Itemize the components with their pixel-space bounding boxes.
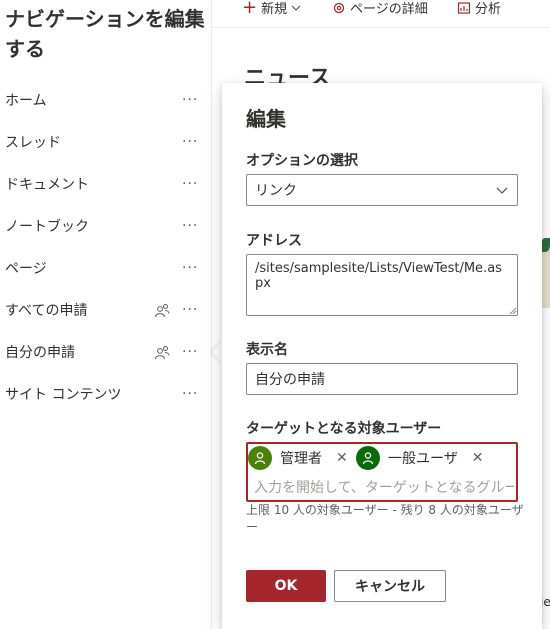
audience-chip-label: 一般ユーザ: [388, 451, 458, 467]
audience-chip-label: 管理者: [280, 451, 322, 467]
page-details-command[interactable]: ページの詳細: [332, 0, 428, 17]
nav-item[interactable]: すべての申請 ···: [0, 289, 212, 331]
audience-search-input[interactable]: 入力を開始して、ターゲットとなるグループを選択: [254, 477, 514, 497]
more-options-icon[interactable]: ···: [182, 176, 198, 192]
nav-item[interactable]: サイト コンテンツ ···: [0, 373, 212, 415]
more-options-icon[interactable]: ···: [182, 92, 198, 108]
group-avatar-icon: [356, 446, 380, 470]
address-label: アドレス: [246, 233, 302, 249]
analytics-label: 分析: [475, 2, 502, 17]
remove-chip-icon[interactable]: ✕: [472, 450, 484, 466]
group-avatar-icon: [248, 446, 272, 470]
background-leaf-fragment: [541, 238, 550, 252]
new-label: 新規: [261, 2, 288, 17]
audience-limit-text: 上限 10 人の対象ユーザー - 残り 8 人の対象ユーザー: [246, 503, 524, 534]
plus-icon: +: [242, 0, 258, 18]
cancel-button[interactable]: キャンセル: [334, 570, 446, 602]
audience-targeting-icon: [155, 346, 170, 360]
chevron-down-icon: [291, 5, 301, 11]
nav-item-label: すべての申請: [5, 303, 88, 319]
navigation-pane: ナビゲーションを編集する ホーム ··· スレッド ··· ドキュメント ··· ノートブッ…: [0, 0, 212, 629]
audience-chip: 管理者 ✕: [248, 446, 348, 470]
nav-item-label: サイト コンテンツ: [5, 387, 122, 403]
more-options-icon[interactable]: ···: [182, 344, 198, 360]
nav-item-label: スレッド: [5, 135, 61, 151]
more-options-icon[interactable]: ···: [182, 134, 198, 150]
more-options-icon[interactable]: ···: [182, 302, 198, 318]
command-bar: + 新規 ページの詳細 分析: [212, 0, 550, 28]
nav-item[interactable]: ノートブック ···: [0, 205, 212, 247]
remove-chip-icon[interactable]: ✕: [336, 450, 348, 466]
nav-item-label: ページ: [5, 261, 47, 277]
audience-label: ターゲットとなる対象ユーザー: [246, 421, 442, 437]
panel-title: 編集: [246, 107, 286, 131]
nav-item[interactable]: スレッド ···: [0, 121, 212, 163]
nav-item[interactable]: ドキュメント ···: [0, 163, 212, 205]
ok-button[interactable]: OK: [246, 570, 326, 602]
new-command[interactable]: + 新規: [242, 0, 301, 17]
nav-item-label: ホーム: [5, 93, 47, 109]
more-options-icon[interactable]: ···: [182, 260, 198, 276]
gear-icon: [333, 2, 345, 13]
nav-item-label: ノートブック: [5, 219, 89, 235]
more-options-icon[interactable]: ···: [182, 218, 198, 234]
analytics-command[interactable]: 分析: [457, 0, 501, 17]
more-options-icon[interactable]: ···: [182, 386, 198, 402]
address-field[interactable]: [246, 254, 518, 316]
display-name-field[interactable]: 自分の申請: [246, 363, 518, 395]
page-details-label: ページの詳細: [350, 2, 428, 17]
option-select-dropdown[interactable]: リンク: [246, 174, 518, 206]
analytics-icon: [457, 1, 471, 14]
nav-item[interactable]: 自分の申請 ···: [0, 331, 212, 373]
nav-item-label: 自分の申請: [5, 345, 75, 361]
nav-item-label: ドキュメント: [5, 177, 89, 193]
display-name-value: 自分の申請: [255, 372, 325, 388]
audience-targeting-icon: [155, 304, 170, 318]
edit-link-panel: 編集 オプションの選択 リンク アドレス 表示名 自分の申請 ターゲットとなる対…: [222, 83, 542, 629]
option-selected-value: リンク: [255, 183, 297, 199]
option-select-label: オプションの選択: [246, 153, 358, 169]
nav-item[interactable]: ホーム ···: [0, 79, 212, 121]
nav-item[interactable]: ページ ···: [0, 247, 212, 289]
display-name-label: 表示名: [246, 342, 288, 358]
chevron-down-icon: [496, 187, 508, 194]
nav-title: ナビゲーションを編集する: [5, 7, 205, 61]
audience-chip: 一般ユーザ ✕: [356, 446, 483, 470]
resize-grip-icon[interactable]: [508, 306, 517, 315]
audience-picker[interactable]: 管理者 ✕ 一般ユーザ ✕ 入力を開始して、ターゲットとなるグループを選択: [246, 442, 518, 502]
